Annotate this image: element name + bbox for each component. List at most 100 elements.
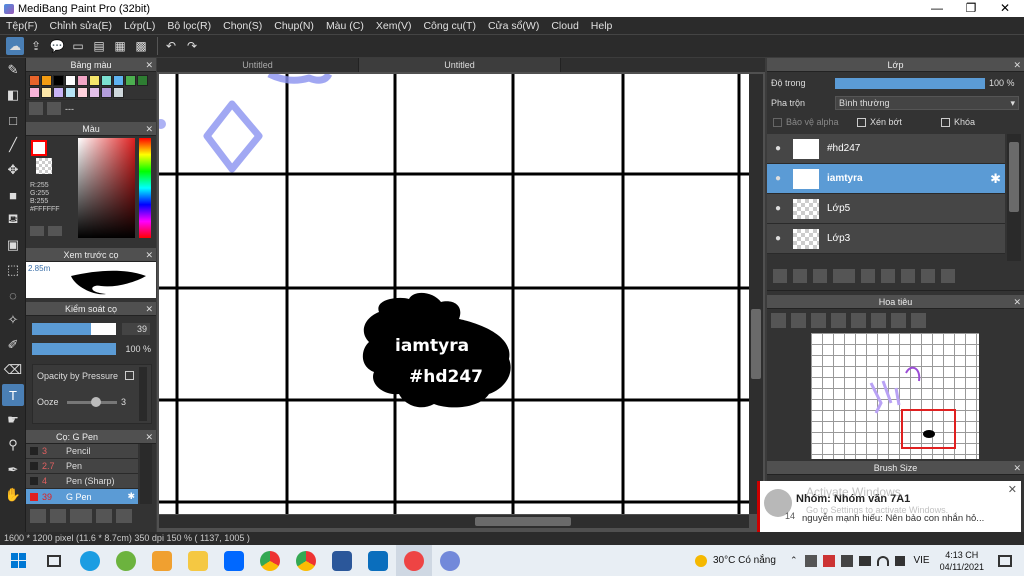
tray-app-icon[interactable]	[805, 554, 818, 567]
edge-icon[interactable]	[72, 545, 108, 576]
brush-list-scrollbar[interactable]	[140, 444, 152, 504]
layer-settings-icon[interactable]: ✱	[990, 171, 1001, 187]
new-layer-icon[interactable]	[773, 268, 787, 283]
palette-swatch[interactable]	[137, 75, 148, 86]
palette-swatch[interactable]	[41, 75, 52, 86]
gradient-icon[interactable]: ▣	[2, 234, 24, 256]
layer-row[interactable]: ● Lớp5	[767, 194, 1005, 224]
select-eraser-icon[interactable]: ⌫	[2, 359, 24, 381]
palette-swatch[interactable]	[53, 75, 64, 86]
eyedropper-icon[interactable]: ⚲	[2, 434, 24, 456]
clip-checkbox[interactable]	[857, 118, 866, 127]
panel-close-icon[interactable]: ✕	[1013, 58, 1021, 72]
discord-icon[interactable]	[432, 545, 468, 576]
flip-icon[interactable]	[911, 312, 926, 328]
palette-swatch[interactable]	[77, 75, 88, 86]
canvas-horizontal-scrollbar[interactable]	[159, 515, 749, 528]
zoom-in-alt-icon[interactable]	[791, 312, 806, 328]
menu-window[interactable]: Cửa sổ(W)	[482, 20, 545, 32]
duplicate-layer-icon[interactable]	[881, 268, 895, 283]
palette-swatch[interactable]	[101, 75, 112, 86]
brush-options-scrollbar[interactable]	[139, 367, 147, 421]
merge-layer-icon[interactable]	[901, 268, 915, 283]
brush-icon[interactable]: ✎	[2, 59, 24, 81]
zoom-in-icon[interactable]	[771, 312, 786, 328]
notification-close-icon[interactable]: ✕	[1008, 483, 1017, 496]
grid-icon[interactable]: ▩	[132, 37, 150, 55]
panel-close-icon[interactable]: ✕	[145, 122, 153, 136]
palette-swatch[interactable]	[29, 87, 40, 98]
rotate-left-icon[interactable]	[851, 312, 866, 328]
palette-swatch[interactable]	[113, 75, 124, 86]
new-bw-layer-icon[interactable]	[813, 268, 827, 283]
saturation-value-field[interactable]	[78, 138, 135, 238]
wifi-icon[interactable]	[877, 555, 890, 566]
comment-icon[interactable]: ▭	[69, 37, 87, 55]
magic-wand-icon[interactable]: ✧	[2, 309, 24, 331]
brush-size-value[interactable]: 39	[122, 323, 150, 335]
palette-swatch[interactable]	[65, 75, 76, 86]
clock[interactable]: 4:13 CH 04/11/2021	[940, 549, 984, 573]
menu-help[interactable]: Help	[585, 20, 619, 32]
menu-filter[interactable]: Bộ lọc(R)	[161, 20, 217, 32]
palette-swatch[interactable]	[125, 75, 136, 86]
brush-size-slider[interactable]	[32, 323, 116, 335]
palette-swatch[interactable]	[65, 87, 76, 98]
undo-icon[interactable]: ↶	[162, 37, 180, 55]
paint-app-icon[interactable]	[144, 545, 180, 576]
tab-untitled-2[interactable]: Untitled	[359, 58, 561, 72]
word-icon[interactable]	[324, 545, 360, 576]
close-button[interactable]: ✕	[988, 0, 1022, 17]
rect-icon[interactable]: □	[2, 109, 24, 131]
palette-swatch[interactable]	[113, 87, 124, 98]
panel-close-icon[interactable]: ✕	[145, 302, 153, 316]
palette-swatch[interactable]	[53, 87, 64, 98]
hand-icon[interactable]: ✋	[2, 484, 24, 506]
layer-list-scrollbar[interactable]	[1007, 134, 1021, 261]
new-halftone-layer-icon[interactable]	[793, 268, 807, 283]
chat-icon[interactable]: 💬	[48, 37, 66, 55]
menu-snap[interactable]: Chụp(N)	[268, 20, 320, 32]
menu-color[interactable]: Màu (C)	[320, 20, 370, 32]
chrome-icon[interactable]	[252, 545, 288, 576]
horizontal-scroll-thumb[interactable]	[475, 517, 571, 526]
menu-view[interactable]: Xem(V)	[370, 20, 418, 32]
tray-chevron-icon[interactable]: ⌃	[790, 555, 798, 566]
navigator-thumbnail[interactable]	[811, 333, 979, 459]
menu-cloud[interactable]: Cloud	[545, 20, 584, 32]
eraser-icon[interactable]: ◧	[2, 84, 24, 106]
lock-checkbox[interactable]	[941, 118, 950, 127]
panel-close-icon[interactable]: ✕	[145, 430, 153, 444]
brush-item[interactable]: 3 Pencil	[26, 444, 138, 459]
photos-icon[interactable]	[360, 545, 396, 576]
volume-icon[interactable]	[895, 555, 906, 566]
visibility-icon[interactable]: ●	[767, 173, 789, 184]
medibang-taskbar-icon[interactable]	[396, 545, 432, 576]
bucket-icon[interactable]: ⛾	[2, 209, 24, 231]
fit-icon[interactable]	[811, 312, 826, 328]
select-pen-icon[interactable]: ✐	[2, 334, 24, 356]
palette-swatch[interactable]	[101, 87, 112, 98]
layer-settings-button-icon[interactable]	[921, 268, 935, 283]
panel-close-icon[interactable]: ✕	[1013, 295, 1021, 309]
brush-opacity-slider[interactable]	[32, 343, 116, 355]
blend-mode-select[interactable]: Bình thường ▾	[835, 96, 1019, 110]
panel-icon[interactable]: ▦	[111, 37, 129, 55]
panel-close-icon[interactable]: ✕	[145, 248, 153, 262]
maximize-button[interactable]: ❐	[954, 0, 988, 17]
layer-row[interactable]: ● #hd247	[767, 134, 1005, 164]
dropper-icon[interactable]: ✒	[2, 459, 24, 481]
weather-text[interactable]: 30°C Có nắng	[713, 555, 776, 566]
menu-select[interactable]: Chọn(S)	[217, 20, 268, 32]
visibility-icon[interactable]: ●	[767, 203, 789, 214]
palette-swatch[interactable]	[89, 87, 100, 98]
vertical-scroll-thumb[interactable]	[751, 309, 761, 379]
brush-item[interactable]: 4 Pen (Sharp)	[26, 474, 138, 489]
palette-delete-icon[interactable]	[47, 102, 61, 115]
tray-battery-icon[interactable]	[859, 555, 872, 566]
layer-row-selected[interactable]: ● iamtyra ✱	[767, 164, 1005, 194]
visibility-icon[interactable]: ●	[767, 143, 789, 154]
menu-edit[interactable]: Chỉnh sửa(E)	[44, 20, 118, 32]
brush-folder-icon[interactable]	[116, 509, 132, 523]
brush-menu-icon[interactable]	[70, 509, 92, 523]
